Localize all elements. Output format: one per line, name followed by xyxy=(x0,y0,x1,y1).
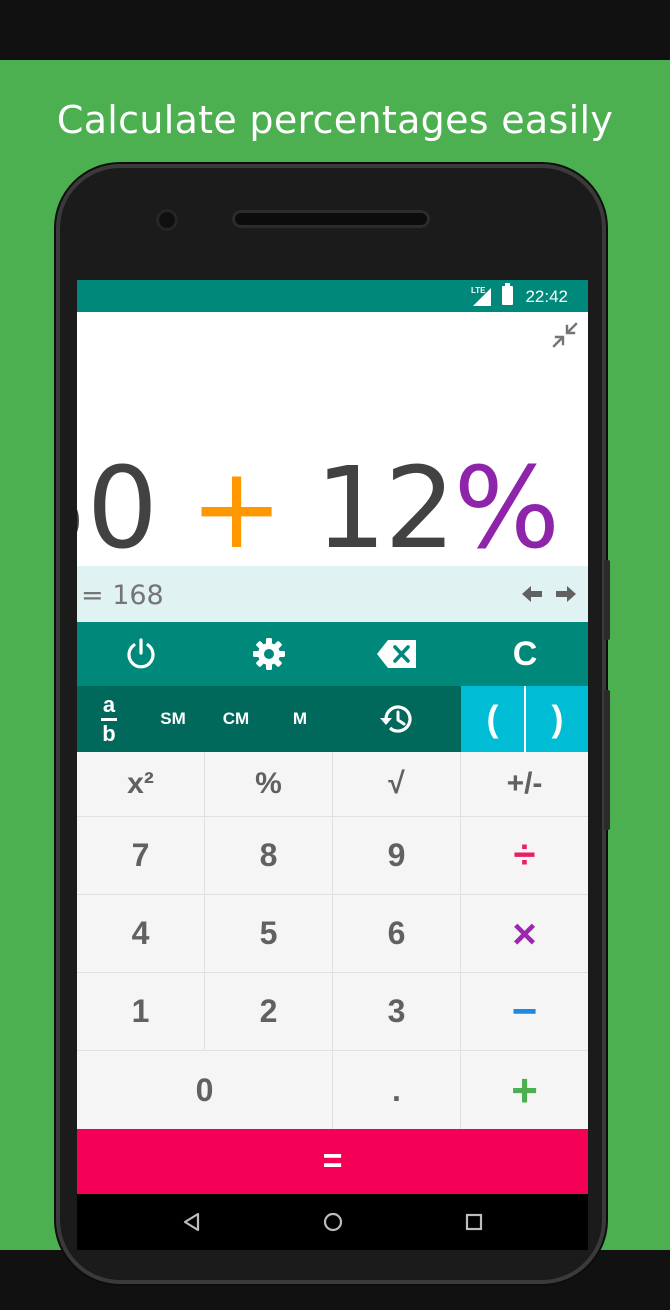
digit-7-key[interactable]: 7 xyxy=(77,817,205,895)
promo-headline: Calculate percentages easily xyxy=(56,98,614,142)
fraction-glyph: a b xyxy=(101,691,117,746)
digit-1-key[interactable]: 1 xyxy=(77,973,205,1051)
memory-m-button[interactable]: M xyxy=(274,686,326,752)
battery-icon xyxy=(502,283,513,305)
front-camera xyxy=(156,209,178,231)
digit-6-key[interactable]: 6 xyxy=(333,895,461,973)
earpiece-speaker xyxy=(232,210,430,228)
multiply-key[interactable]: × xyxy=(461,895,588,973)
expression-operator: + xyxy=(189,444,284,574)
phone-side-button xyxy=(604,690,610,830)
arrow-left-icon[interactable] xyxy=(520,582,544,606)
recents-icon[interactable] xyxy=(460,1208,488,1236)
top-letterbox xyxy=(0,0,670,60)
sqrt-key[interactable]: √ xyxy=(333,752,461,817)
fraction-numerator: a xyxy=(102,691,116,717)
digit-3-key[interactable]: 3 xyxy=(333,973,461,1051)
home-icon[interactable] xyxy=(319,1208,347,1236)
digit-8-key[interactable]: 8 xyxy=(205,817,333,895)
back-icon[interactable] xyxy=(177,1208,205,1236)
decimal-key[interactable]: . xyxy=(333,1051,461,1129)
calculator-screen: LTE 22:42 150 + 12% = 168 xyxy=(77,280,588,1250)
fraction-button[interactable]: a b xyxy=(91,686,127,752)
equals-button[interactable]: = xyxy=(77,1129,588,1194)
arrow-right-icon[interactable] xyxy=(554,582,578,606)
expression-percent: % xyxy=(453,444,560,574)
digit-2-key[interactable]: 2 xyxy=(205,973,333,1051)
digit-9-key[interactable]: 9 xyxy=(333,817,461,895)
phone-side-button xyxy=(604,560,610,640)
function-row: C xyxy=(77,622,588,686)
keypad: x² % √ +/- 7 8 9 ÷ 4 5 6 × 1 2 3 − 0 . + xyxy=(77,752,588,1129)
backspace-icon xyxy=(377,640,416,668)
divide-key[interactable]: ÷ xyxy=(461,817,588,895)
square-key[interactable]: x² xyxy=(77,752,205,817)
clear-button[interactable]: C xyxy=(461,622,588,686)
expression-number-2: 12 xyxy=(315,444,456,574)
clear-label: C xyxy=(512,634,538,673)
memory-sm-button[interactable]: SM xyxy=(147,686,199,752)
expression-number-1: 150 xyxy=(77,444,158,574)
signal-icon xyxy=(473,288,491,306)
result-bar: = 168 xyxy=(77,566,588,622)
backspace-button[interactable] xyxy=(333,622,461,686)
fraction-denominator: b xyxy=(102,720,116,746)
digit-5-key[interactable]: 5 xyxy=(205,895,333,973)
result-text: = 168 xyxy=(81,580,164,611)
history-icon xyxy=(380,705,412,733)
power-icon xyxy=(127,638,155,669)
percent-key[interactable]: % xyxy=(205,752,333,817)
navigation-bar xyxy=(77,1194,588,1250)
open-paren-button[interactable]: ( xyxy=(461,686,524,752)
memory-row: a b SM CM M ( ) xyxy=(77,686,588,752)
memory-cm-button[interactable]: CM xyxy=(210,686,262,752)
close-paren-button[interactable]: ) xyxy=(526,686,588,752)
collapse-icon[interactable] xyxy=(552,322,578,348)
gear-icon xyxy=(253,638,285,670)
parentheses-group: ( ) xyxy=(461,686,588,752)
expression-text: 150 + 12% xyxy=(77,444,560,574)
history-button[interactable] xyxy=(367,686,427,752)
power-button[interactable] xyxy=(77,622,205,686)
digit-4-key[interactable]: 4 xyxy=(77,895,205,973)
minus-key[interactable]: − xyxy=(461,973,588,1051)
status-bar: LTE 22:42 xyxy=(77,280,588,312)
sign-key[interactable]: +/- xyxy=(461,752,588,817)
expression-display: 150 + 12% xyxy=(77,312,588,574)
digit-0-key[interactable]: 0 xyxy=(77,1051,333,1129)
settings-button[interactable] xyxy=(205,622,333,686)
status-time: 22:42 xyxy=(525,287,568,306)
plus-key[interactable]: + xyxy=(461,1051,588,1129)
